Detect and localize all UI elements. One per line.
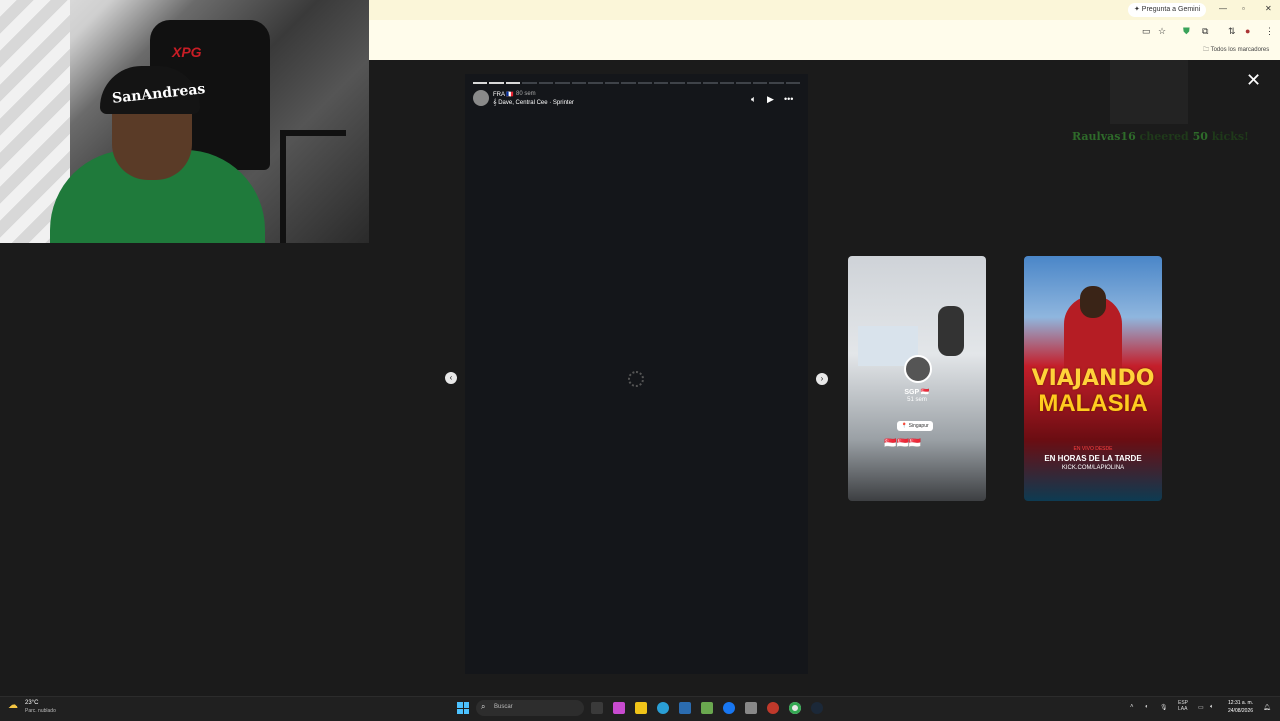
progress-segment: [785, 82, 801, 84]
story-music-label: Dave, Central Cee · Sprinter: [498, 100, 574, 106]
all-bookmarks-link[interactable]: 🗀 Todos los marcadores: [1203, 45, 1269, 55]
app-icon[interactable]: [745, 702, 757, 714]
progress-segment: [571, 82, 587, 84]
browser-menu-icon[interactable]: ⋮: [1265, 26, 1274, 37]
preview-face: [1080, 286, 1106, 318]
overlay-thumbnail: [1110, 60, 1188, 124]
tray-app-icon[interactable]: ◐: [1145, 704, 1149, 710]
location-label: Singapur: [908, 423, 929, 429]
preview-window: [938, 306, 964, 356]
progress-segment: [703, 82, 718, 84]
windows-start-icon[interactable]: [457, 702, 469, 714]
weather-desc[interactable]: Parc. nublado: [25, 708, 56, 714]
promo-title-line1: VIAJANDO: [1031, 366, 1155, 391]
progress-segment: [670, 82, 685, 84]
copilot-icon[interactable]: [613, 702, 625, 714]
progress-segment: [719, 82, 735, 84]
chrome-icon[interactable]: [789, 702, 801, 714]
story-music[interactable]: 𝄞 Dave, Central Cee · Sprinter: [493, 100, 574, 107]
notification-bell-icon[interactable]: 🔔︎: [1263, 704, 1271, 711]
window-close-icon[interactable]: ✕: [1265, 4, 1272, 13]
extensions-icon[interactable]: ⧉: [1202, 26, 1208, 37]
store-icon[interactable]: [679, 702, 691, 714]
taskbar-search-placeholder: Buscar: [494, 704, 513, 710]
progress-segment: [505, 82, 521, 84]
chat-alert-amount: 50: [1192, 130, 1208, 143]
cast-icon[interactable]: ▭: [1142, 26, 1151, 37]
more-options-icon[interactable]: •••: [784, 94, 793, 104]
chat-alert-middle: cheered: [1135, 130, 1193, 143]
chat-alert-suffix: kicks!: [1207, 130, 1249, 143]
gemini-button[interactable]: ✦ Pregunta a Gemini: [1128, 3, 1207, 17]
webcam-overlay: XPG SanAndreas: [0, 0, 369, 243]
mic-arm: [280, 130, 346, 243]
clock-date[interactable]: 24/08/2026: [1228, 708, 1253, 714]
search-icon: ⌕: [481, 702, 486, 711]
progress-segment: [621, 82, 636, 84]
promo-title-line2: MALASIA: [1038, 390, 1148, 417]
language-bottom: LAA: [1178, 706, 1188, 712]
edge-icon[interactable]: [657, 702, 669, 714]
loading-spinner: [628, 371, 644, 387]
language-indicator[interactable]: ESP LAA: [1178, 700, 1188, 712]
progress-segment: [604, 82, 620, 84]
promo-url: KICK.COM/LAPIOLINA: [1061, 465, 1125, 471]
chair-logo: XPG: [172, 44, 202, 60]
preview-timestamp: 51 sem: [907, 397, 927, 403]
address-bar[interactable]: [400, 24, 1100, 38]
profile-avatar-icon[interactable]: ●: [1245, 26, 1250, 36]
promo-subtitle: EN VIVO DESDE: [1073, 446, 1113, 452]
preview-avatar: [904, 355, 932, 383]
shield-extension-icon[interactable]: ⛊: [1183, 26, 1190, 37]
facebook-icon[interactable]: [723, 702, 735, 714]
flag-stickers: 🇸🇬🇸🇬🇸🇬: [884, 438, 922, 449]
story-progress: [473, 82, 801, 84]
story-username[interactable]: FRA 🇫🇷: [493, 91, 514, 98]
steam-icon[interactable]: [811, 702, 823, 714]
weather-temp[interactable]: 23°C: [25, 700, 38, 706]
progress-segment: [522, 82, 537, 84]
progress-segment: [489, 82, 504, 84]
close-icon[interactable]: ✕: [1246, 70, 1261, 91]
chevron-left-icon[interactable]: ‹: [445, 372, 457, 384]
minecraft-icon[interactable]: [701, 702, 713, 714]
sidebar-icon[interactable]: ⇅: [1228, 26, 1236, 37]
chat-alert: Raulvas16 cheered 50 kicks!: [1072, 130, 1249, 143]
weather-icon[interactable]: ☁: [8, 700, 18, 711]
maximize-icon[interactable]: ▫: [1242, 4, 1245, 13]
play-icon[interactable]: ▶: [767, 94, 774, 105]
promo-schedule: EN HORAS DE LA TARDE: [1044, 454, 1142, 463]
file-explorer-icon[interactable]: [635, 702, 647, 714]
minimize-icon[interactable]: —: [1219, 4, 1227, 13]
mute-icon[interactable]: 🔈︎: [751, 94, 756, 105]
taskbar-search[interactable]: [476, 700, 584, 716]
progress-segment: [637, 82, 652, 84]
progress-segment: [653, 82, 669, 84]
progress-segment: [769, 82, 784, 84]
story-avatar[interactable]: [473, 90, 489, 106]
all-bookmarks-label: Todos los marcadores: [1210, 47, 1270, 53]
story-timestamp: 80 sem: [516, 91, 536, 97]
progress-segment: [752, 82, 768, 84]
network-icon[interactable]: ▭: [1198, 704, 1204, 711]
progress-segment: [538, 82, 554, 84]
chevron-right-icon[interactable]: ›: [816, 373, 828, 385]
tray-chevron-icon[interactable]: ˄: [1130, 704, 1134, 710]
location-tag: 📍 Singapur: [897, 421, 933, 431]
progress-segment: [555, 82, 570, 84]
bookmark-star-icon[interactable]: ☆: [1158, 26, 1166, 37]
progress-segment: [588, 82, 603, 84]
task-view-icon[interactable]: [591, 702, 603, 714]
bookmarks-bar: [369, 42, 1280, 60]
progress-segment: [736, 82, 751, 84]
progress-segment: [473, 82, 488, 84]
volume-icon[interactable]: 🔈︎: [1210, 704, 1214, 711]
chat-alert-user: Raulvas16: [1072, 130, 1136, 143]
preview-username: SGP 🇸🇬: [904, 389, 930, 396]
obs-icon[interactable]: [767, 702, 779, 714]
progress-segment: [686, 82, 702, 84]
clock-time[interactable]: 12:31 a. m.: [1228, 700, 1253, 706]
tray-mic-icon[interactable]: 🎙︎: [1160, 704, 1168, 711]
